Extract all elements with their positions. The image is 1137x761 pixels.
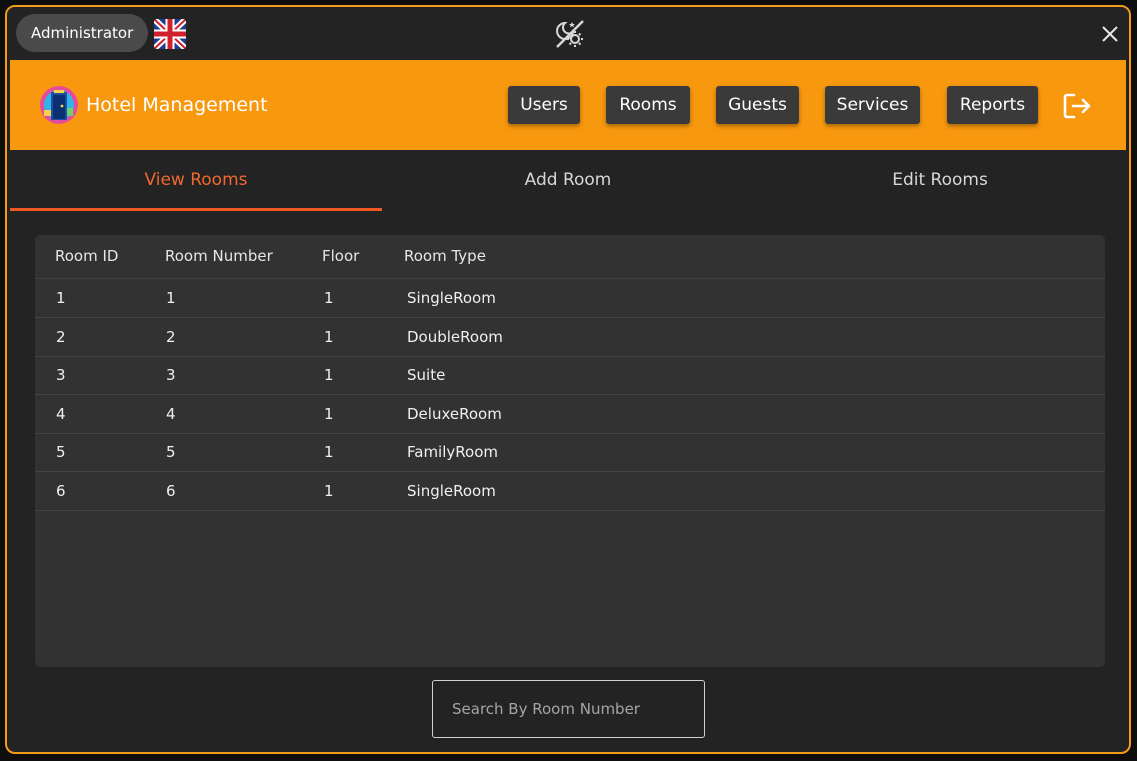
- table-row[interactable]: 3 3 1 Suite: [35, 356, 1105, 395]
- cell-room-number: 2: [166, 328, 176, 346]
- cell-room-id: 5: [56, 443, 66, 461]
- cell-floor: 1: [324, 443, 334, 461]
- table-header: Room ID Room Number Floor Room Type: [35, 235, 1105, 279]
- table-row[interactable]: 4 4 1 DeluxeRoom: [35, 395, 1105, 434]
- app-header: Hotel Management Users Rooms Guests Serv…: [10, 60, 1126, 150]
- cell-room-id: 1: [56, 289, 66, 307]
- table-row[interactable]: 2 2 1 DoubleRoom: [35, 318, 1105, 357]
- tab-view-rooms[interactable]: View Rooms: [10, 150, 382, 210]
- title-bar: Administrator: [7, 7, 1129, 61]
- close-icon[interactable]: [1099, 23, 1121, 45]
- nav-users-button[interactable]: Users: [508, 86, 580, 124]
- cell-room-type: FamilyRoom: [407, 443, 498, 461]
- cell-room-type: Suite: [407, 366, 446, 384]
- active-tab-indicator: [10, 208, 382, 211]
- column-header-room-type[interactable]: Room Type: [404, 235, 486, 278]
- cell-room-id: 3: [56, 366, 66, 384]
- cell-room-id: 2: [56, 328, 66, 346]
- cell-room-type: DeluxeRoom: [407, 405, 502, 423]
- cell-floor: 1: [324, 482, 334, 500]
- search-by-room-number-input[interactable]: [433, 681, 704, 737]
- cell-room-type: SingleRoom: [407, 289, 496, 307]
- nav-rooms-button[interactable]: Rooms: [606, 86, 690, 124]
- table-row[interactable]: 6 6 1 SingleRoom: [35, 472, 1105, 511]
- cell-floor: 1: [324, 366, 334, 384]
- rooms-table: Room ID Room Number Floor Room Type 1 1 …: [35, 235, 1105, 667]
- room-search-box: [432, 680, 705, 738]
- table-row[interactable]: 5 5 1 FamilyRoom: [35, 433, 1105, 472]
- night-day-toggle-icon[interactable]: [553, 17, 587, 51]
- role-badge: Administrator: [16, 14, 149, 52]
- cell-room-type: SingleRoom: [407, 482, 496, 500]
- room-tabs: View Rooms Add Room Edit Rooms: [10, 150, 1126, 211]
- cell-room-type: DoubleRoom: [407, 328, 503, 346]
- column-header-room-number[interactable]: Room Number: [165, 235, 273, 278]
- uk-flag-icon[interactable]: [154, 19, 186, 49]
- nav-reports-button[interactable]: Reports: [947, 86, 1038, 124]
- tab-edit-rooms[interactable]: Edit Rooms: [754, 150, 1126, 210]
- cell-room-number: 6: [166, 482, 176, 500]
- logout-icon[interactable]: [1061, 90, 1093, 122]
- cell-room-id: 4: [56, 405, 66, 423]
- column-header-room-id[interactable]: Room ID: [55, 235, 118, 278]
- cell-room-id: 6: [56, 482, 66, 500]
- cell-floor: 1: [324, 405, 334, 423]
- cell-floor: 1: [324, 289, 334, 307]
- app-window: Administrator Hotel Management Users Roo…: [5, 5, 1131, 754]
- app-title: Hotel Management: [86, 94, 268, 116]
- nav-services-button[interactable]: Services: [825, 86, 920, 124]
- cell-floor: 1: [324, 328, 334, 346]
- hotel-door-logo: [40, 86, 78, 124]
- cell-room-number: 3: [166, 366, 176, 384]
- cell-room-number: 1: [166, 289, 176, 307]
- tab-add-room[interactable]: Add Room: [382, 150, 754, 210]
- nav-guests-button[interactable]: Guests: [716, 86, 799, 124]
- cell-room-number: 5: [166, 443, 176, 461]
- table-row[interactable]: 1 1 1 SingleRoom: [35, 279, 1105, 318]
- column-header-floor[interactable]: Floor: [322, 235, 359, 278]
- cell-room-number: 4: [166, 405, 176, 423]
